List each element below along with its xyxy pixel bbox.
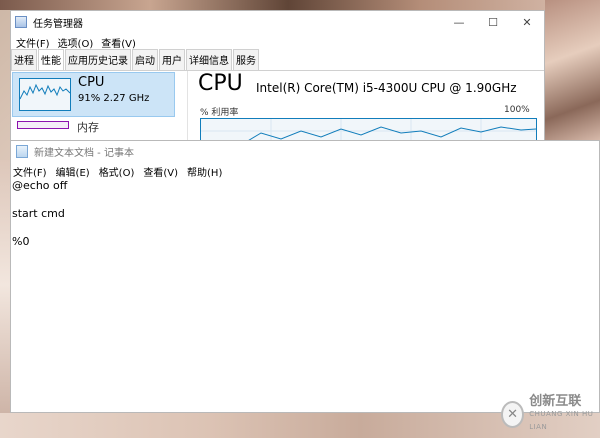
cpu-model-name: Intel(R) Core(TM) i5-4300U CPU @ 1.90GHz: [256, 81, 517, 95]
text-line: [11, 221, 599, 235]
notepad-titlebar[interactable]: 新建文本文档 - 记事本: [11, 141, 599, 162]
text-line: @echo off: [12, 179, 68, 192]
menu-format[interactable]: 格式(O): [97, 164, 139, 179]
tab-performance[interactable]: 性能: [38, 49, 64, 70]
menu-view[interactable]: 查看(V): [97, 35, 140, 50]
minimize-button[interactable]: —: [442, 11, 476, 33]
menu-file[interactable]: 文件(F): [11, 164, 51, 179]
tab-users[interactable]: 用户: [159, 49, 185, 70]
utilization-label: % 利用率: [200, 108, 239, 118]
watermark-subtext: CHUANG XIN HU LIAN: [529, 410, 594, 431]
text-line: [11, 193, 599, 207]
menu-view[interactable]: 查看(V): [141, 164, 182, 179]
wallpaper-left: [0, 160, 10, 438]
tab-processes[interactable]: 进程: [11, 49, 37, 70]
menu-help[interactable]: 帮助(H): [185, 164, 226, 179]
task-manager-titlebar[interactable]: 任务管理器 — ☐ ✕: [11, 11, 544, 33]
watermark: ✕ 创新互联 CHUANG XIN HU LIAN: [501, 395, 600, 434]
cpu-heading: CPU: [198, 71, 243, 96]
notepad-menubar: 文件(F) 编辑(E) 格式(O) 查看(V) 帮助(H): [11, 162, 599, 180]
cpu-sidebar-item[interactable]: CPU 91% 2.27 GHz: [12, 72, 175, 117]
notepad-window: 新建文本文档 - 记事本 文件(F) 编辑(E) 格式(O) 查看(V) 帮助(…: [10, 140, 600, 413]
maximize-button[interactable]: ☐: [476, 11, 510, 33]
notepad-title: 新建文本文档 - 记事本: [34, 148, 134, 159]
utilization-max-label: 100%: [504, 105, 530, 115]
task-manager-icon: [15, 16, 27, 28]
task-manager-tabs: 进程 性能 应用历史记录 启动 用户 详细信息 服务: [11, 49, 544, 71]
text-line: start cmd: [12, 207, 65, 220]
wallpaper-right: [545, 0, 600, 140]
wallpaper-top: [0, 0, 600, 10]
watermark-text: 创新互联: [529, 394, 582, 409]
tab-app-history[interactable]: 应用历史记录: [65, 49, 131, 70]
tab-details[interactable]: 详细信息: [186, 49, 232, 70]
memory-thumbnail-graph[interactable]: [17, 121, 69, 129]
text-line: %0: [12, 235, 30, 248]
task-manager-title: 任务管理器: [33, 18, 83, 30]
close-button[interactable]: ✕: [510, 11, 544, 33]
cpu-thumbnail-graph: [19, 78, 71, 111]
memory-sidebar-label[interactable]: 内存: [77, 119, 99, 135]
cpu-sidebar-label: CPU: [78, 75, 105, 90]
menu-options[interactable]: 选项(O): [54, 35, 98, 50]
menu-file[interactable]: 文件(F): [12, 35, 54, 50]
watermark-logo-icon: ✕: [501, 401, 525, 428]
cpu-sidebar-stats: 91% 2.27 GHz: [78, 93, 150, 104]
tab-services[interactable]: 服务: [233, 49, 259, 70]
tab-startup[interactable]: 启动: [132, 49, 158, 70]
notepad-text-area[interactable]: @echo off start cmd %0: [11, 179, 599, 414]
notepad-icon: [16, 145, 28, 158]
menu-edit[interactable]: 编辑(E): [54, 164, 94, 179]
